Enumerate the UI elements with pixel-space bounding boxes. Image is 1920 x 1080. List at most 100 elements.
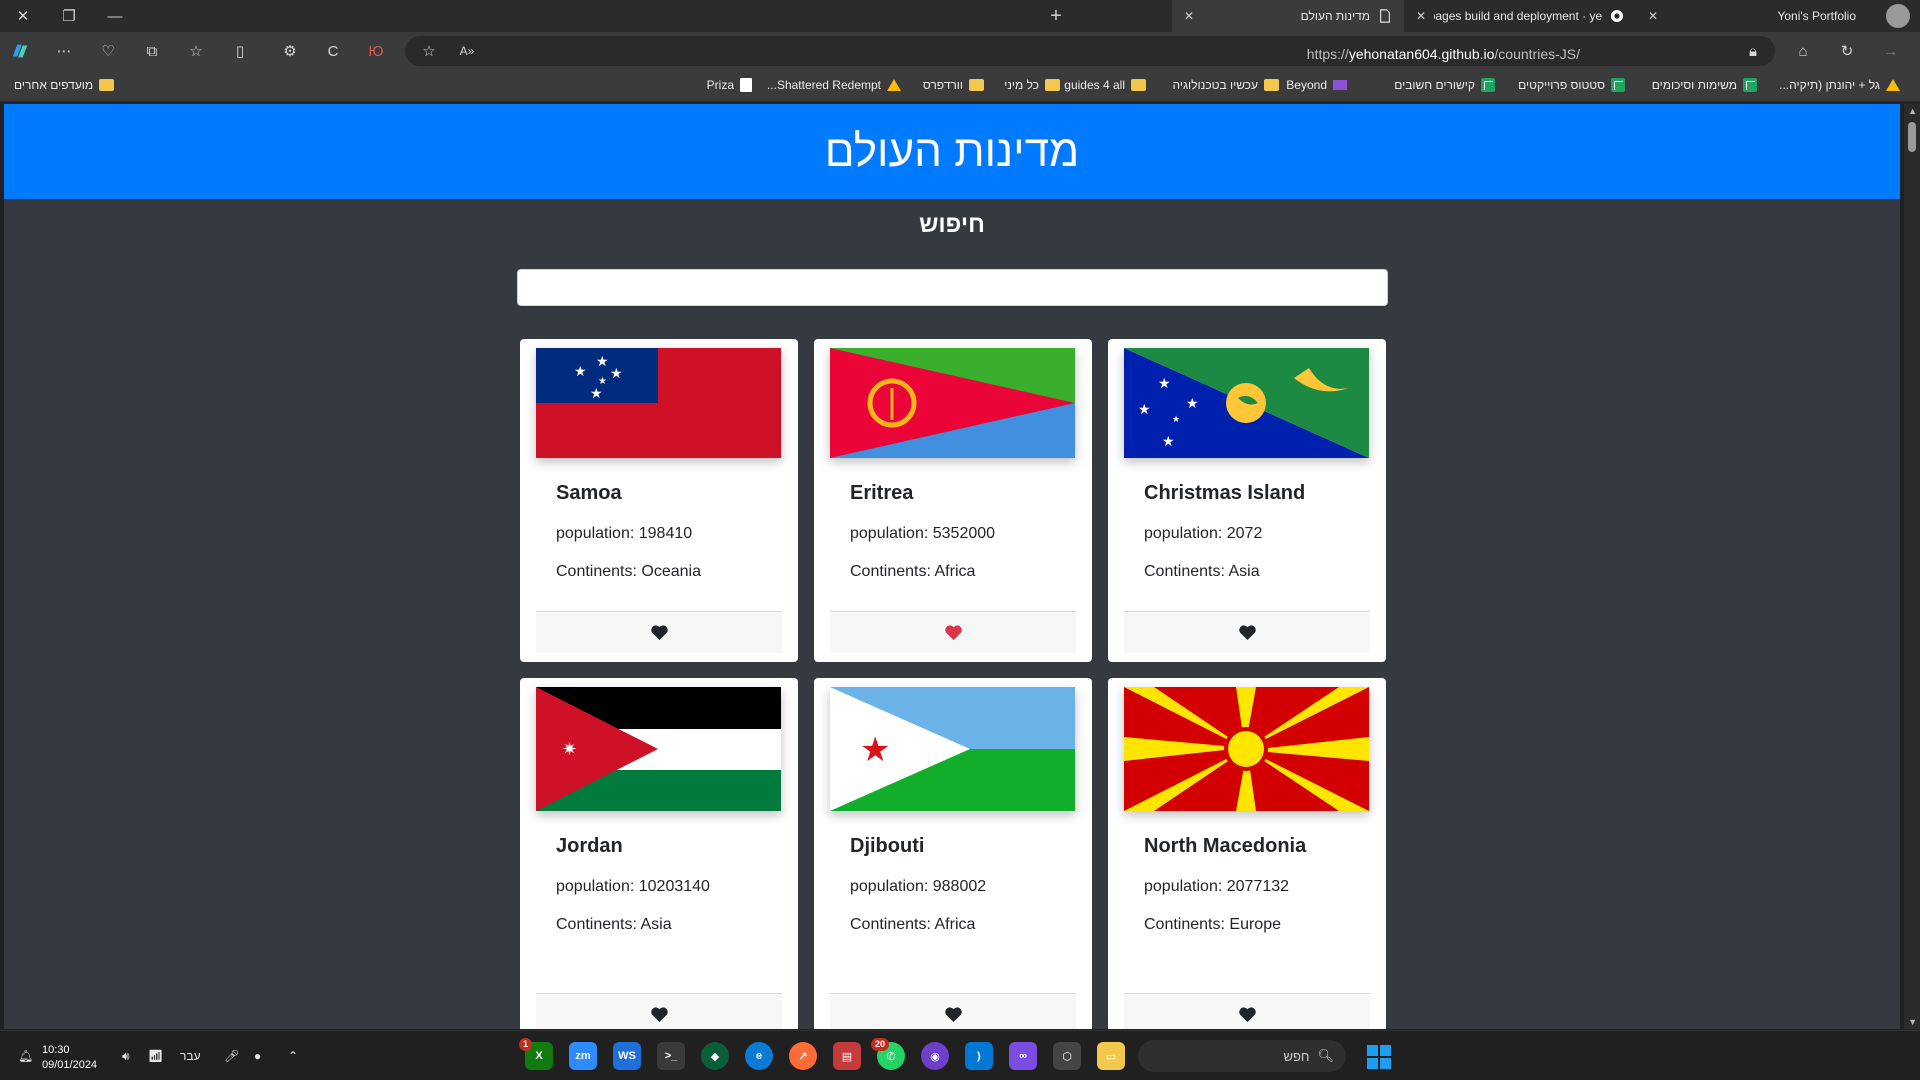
favorites-icon[interactable]: ☆ [186,41,206,61]
svg-text:★: ★ [1186,396,1199,412]
page-title: מדינות העולם [824,126,1080,176]
notification-bell-icon[interactable]: 🔔︎ [18,1031,33,1080]
unity-icon[interactable]: ⬡ [1053,1042,1081,1070]
postman-icon[interactable]: ↗ [789,1042,817,1070]
page-scrollbar[interactable]: ▲ ▼ [1904,104,1920,1029]
continents-value: Africa [934,916,976,933]
github-icon [1611,9,1624,23]
xbox-icon[interactable]: X1 [519,1038,553,1070]
windows-start-icon[interactable] [1367,1045,1391,1069]
bookmark-label: סטטוס פרוייקטים [1518,78,1605,92]
other-bookmarks[interactable]: מועדפים אחרים [14,78,115,92]
close-tab-icon[interactable]: ✕ [1416,9,1426,23]
search-icon: 🔍︎ [1317,1048,1334,1063]
favorite-heart-icon[interactable] [650,625,668,640]
tab-github-actions[interactable]: pages build and deployment · ye ✕ [1404,0,1636,32]
continents-value: Asia [1228,563,1260,580]
bookmark-item[interactable]: כל מיני [1004,78,1060,92]
webstorm-icon[interactable]: WS [613,1042,641,1070]
wifi-icon[interactable]: 📶︎ [148,1031,163,1080]
search-input[interactable] [517,269,1388,306]
show-hidden-icons-icon[interactable]: ⌃ [288,1031,298,1080]
add-favorite-icon[interactable]: ☆ [419,41,439,61]
scroll-up-icon[interactable]: ▲ [1908,106,1917,116]
tab-countries[interactable]: מדינות העולם ✕ [1172,0,1404,32]
minimize-window-icon[interactable]: — [92,0,138,32]
card-footer [1124,993,1370,1029]
favorite-heart-icon[interactable] [1238,625,1256,640]
edge-icon[interactable]: e [745,1042,773,1070]
address-bar[interactable]: ☆ A» https://yehonatan604.github.io/coun… [405,36,1775,66]
favorite-heart-icon[interactable] [944,625,962,640]
mongodb-icon[interactable]: ◆ [701,1042,729,1070]
countries-grid: ★ ★ ★ ★ ★ Samoa population: 198410 Continent… [520,339,1391,1029]
close-window-icon[interactable]: ✕ [0,0,46,32]
forward-icon[interactable]: → [1881,41,1901,61]
tab-portfolio[interactable]: Yoni's Portfolio ✕ [1636,0,1868,32]
url-text[interactable]: https://yehonatan604.github.io/countries… [1307,46,1580,62]
profile-avatar[interactable] [1886,4,1910,28]
whatsapp-icon[interactable]: ✆ 20 [871,1038,905,1070]
app-icon[interactable]: ▤ [833,1042,861,1070]
folder-icon [1131,79,1146,91]
extension-icon[interactable]: C [323,41,343,61]
scroll-thumb[interactable] [1908,122,1916,152]
microphone-icon[interactable]: 🎤︎ [224,1031,239,1080]
bookmark-item[interactable]: קישורים חשובים [1394,78,1495,92]
bookmarks-bar: מועדפים אחרים גל + יהונתן (תיקיה... משימ… [0,70,1920,102]
refresh-icon[interactable]: ↻ [1837,41,1857,61]
vscode-icon[interactable]: ⟩ [965,1042,993,1070]
bookmark-item[interactable]: Priza [707,78,752,92]
svg-text:★: ★ [596,354,609,370]
favorite-heart-icon[interactable] [1238,1007,1256,1022]
card-footer [536,993,782,1029]
bookmark-item[interactable]: וורדפרס [923,78,984,92]
bookmark-item[interactable]: סטטוס פרוייקטים [1518,78,1625,92]
svg-text:★: ★ [610,366,623,382]
app-tray-icon[interactable]: ● [254,1031,261,1080]
extensions-icon[interactable]: ⚙ [280,41,300,61]
split-screen-icon[interactable]: ▯ [230,41,250,61]
scroll-down-icon[interactable]: ▼ [1908,1017,1917,1027]
restore-window-icon[interactable]: ❐ [46,0,92,32]
new-tab-button[interactable]: + [1038,0,1074,32]
bookmark-item[interactable]: Beyond [1286,78,1347,92]
card-footer [1124,611,1370,653]
health-icon[interactable]: ♡ [98,41,118,61]
bookmark-item[interactable]: גל + יהונתן (תיקיה... [1779,78,1900,92]
bookmark-item[interactable]: משימות וסיכומים [1652,78,1757,92]
extension-red-icon[interactable]: Ю [366,41,386,61]
collections-icon[interactable]: ⧉ [142,41,162,61]
favorite-heart-icon[interactable] [944,1007,962,1022]
clock[interactable]: 10:30 09/01/2024 [42,1043,97,1073]
close-tab-icon[interactable]: ✕ [1648,9,1658,23]
taskbar-search[interactable]: 🔍︎ חפש [1138,1040,1346,1072]
continents-label: Continents: [556,916,637,933]
svg-text:★: ★ [1158,376,1171,392]
copilot-icon[interactable] [10,41,30,61]
country-name: Djibouti [850,835,925,857]
sheet-icon [1611,78,1625,92]
terminal-icon[interactable]: >_ [657,1042,685,1070]
language-indicator[interactable]: עבר [180,1031,201,1080]
bookmark-item[interactable]: עכשיו בטכנולוגיה [1173,78,1279,92]
volume-icon[interactable]: 🔊︎ [122,1031,130,1080]
zoom-icon[interactable]: zm [569,1042,597,1070]
read-aloud-icon[interactable]: A» [457,41,477,61]
visual-studio-icon[interactable]: ∞ [1009,1042,1037,1070]
home-icon[interactable]: ⌂ [1793,41,1813,61]
file-explorer-icon[interactable]: ▭ [1097,1042,1125,1070]
population-label: population: [556,525,635,542]
github-desktop-icon[interactable]: ◉ [921,1042,949,1070]
bookmark-label: וורדפרס [922,78,963,92]
bookmark-item[interactable]: guides 4 all [1064,78,1146,92]
country-name: Eritrea [850,482,914,504]
page-viewport: מדינות העולם חיפוש ★ ★ ★ ★ ★ Samoa populatio… [4,104,1900,1029]
favorite-heart-icon[interactable] [650,1007,668,1022]
bookmark-label: מועדפים אחרים [14,78,94,92]
site-info-icon[interactable]: 🔒︎ [1743,41,1763,61]
svg-text:★: ★ [1172,415,1180,425]
more-icon[interactable]: ⋯ [54,41,74,61]
bookmark-item[interactable]: Shattered Redempt... [767,78,901,92]
close-tab-icon[interactable]: ✕ [1184,9,1194,23]
